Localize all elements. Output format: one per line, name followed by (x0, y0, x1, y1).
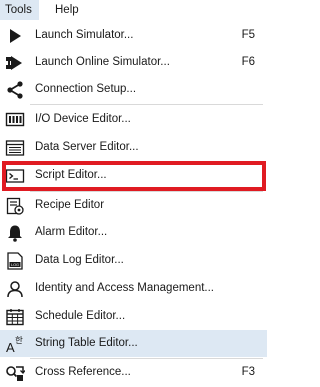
menu-item-label: Launch Online Simulator... (35, 56, 170, 68)
svg-text:LOG: LOG (11, 263, 19, 267)
menu-item-label: Recipe Editor (35, 199, 105, 211)
io-device-icon (5, 110, 25, 130)
user-icon (5, 279, 25, 299)
menu-item-shortcut: F6 (241, 56, 255, 68)
menu-item-label: I/O Device Editor... (35, 113, 131, 125)
menu-item-label: Connection Setup... (35, 83, 137, 95)
menu-item-data-server-editor[interactable]: Data Server Editor... (0, 134, 267, 161)
cross-reference-icon (5, 363, 25, 383)
menu-item-label: Cross Reference... (35, 366, 131, 378)
menu-item-label: String Table Editor... (35, 337, 138, 349)
online-play-icon (5, 53, 25, 73)
string-table-icon: A 한 (5, 334, 25, 354)
menu-item-launch-simulator[interactable]: Launch Simulator... F5 (0, 22, 267, 49)
menu-item-label: Data Log Editor... (35, 254, 124, 266)
bell-icon (5, 223, 25, 243)
menu-item-alarm-editor[interactable]: Alarm Editor... (0, 219, 267, 246)
menu-separator (30, 104, 263, 105)
play-icon (5, 26, 25, 46)
recipe-icon (5, 196, 25, 216)
svg-text:A: A (6, 340, 15, 354)
menu-item-connection-setup[interactable]: Connection Setup... (0, 76, 267, 103)
data-server-icon (5, 138, 25, 158)
share-icon (5, 80, 25, 100)
menu-item-label: Alarm Editor... (35, 226, 108, 238)
menu-bar: Tools Help (0, 0, 267, 20)
menu-item-label: Data Server Editor... (35, 141, 139, 153)
menu-tools[interactable]: Tools (0, 0, 39, 20)
menu-item-io-device-editor[interactable]: I/O Device Editor... (0, 106, 267, 133)
menu-item-shortcut: F5 (241, 29, 255, 41)
menu-item-identity-access-management[interactable]: Identity and Access Management... (0, 275, 267, 302)
annotation-highlight-box (2, 161, 266, 191)
menu-item-label: Identity and Access Management... (35, 282, 214, 294)
menu-item-label: Launch Simulator... (35, 29, 134, 41)
svg-text:한: 한 (15, 336, 23, 346)
menu-item-label: Schedule Editor... (35, 310, 126, 322)
menu-item-launch-online-simulator[interactable]: Launch Online Simulator... F6 (0, 49, 267, 76)
data-log-icon: LOG (5, 251, 25, 271)
menu-item-cross-reference[interactable]: Cross Reference... F3 (0, 359, 267, 386)
menu-item-data-log-editor[interactable]: LOG Data Log Editor... (0, 247, 267, 274)
menu-item-schedule-editor[interactable]: Schedule Editor... (0, 303, 267, 330)
menu-help[interactable]: Help (49, 0, 85, 20)
menu-item-string-table-editor[interactable]: A 한 String Table Editor... (0, 330, 267, 357)
tools-dropdown-menu: Launch Simulator... F5 Launch Online Sim… (0, 20, 267, 387)
menu-item-recipe-editor[interactable]: Recipe Editor (0, 192, 267, 219)
calendar-icon (5, 307, 25, 327)
menu-item-shortcut: F3 (241, 366, 255, 378)
